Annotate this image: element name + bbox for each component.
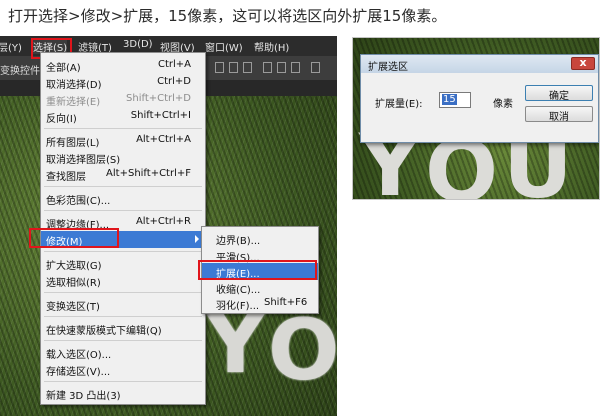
menu-separator xyxy=(44,316,202,317)
menu-item-deselect-layers[interactable]: 取消选择图层(S) xyxy=(41,149,205,166)
expand-amount-value: 15 xyxy=(442,94,457,105)
align-middle-icon[interactable] xyxy=(229,62,238,73)
menu-help[interactable]: 帮助(H) xyxy=(254,39,289,54)
menu-item-color-range[interactable]: 色彩范围(C)... xyxy=(41,190,205,207)
align-top-icon[interactable] xyxy=(215,62,224,73)
submenu-item-border[interactable]: 边界(B)... xyxy=(202,230,318,247)
dialog-title-bar: 扩展选区 x xyxy=(361,55,598,73)
ok-button[interactable]: 确定 xyxy=(525,85,593,102)
menu-item-new-3d-extrusion[interactable]: 新建 3D 凸出(3) xyxy=(41,385,205,402)
close-icon: x xyxy=(579,56,587,69)
menu-item-load-selection[interactable]: 载入选区(O)... xyxy=(41,344,205,361)
options-bar-text: 变换控件 xyxy=(0,66,40,77)
cancel-button[interactable]: 取消 xyxy=(525,106,593,123)
align-right-icon[interactable] xyxy=(291,62,300,73)
menu-item-transform-selection[interactable]: 变换选区(T) xyxy=(41,296,205,313)
expand-selection-dialog: 扩展选区 x 扩展量(E): 15 像素 确定 取消 xyxy=(360,54,599,143)
menu-item-grow[interactable]: 扩大选取(G) xyxy=(41,255,205,272)
submenu-item-contract[interactable]: 收缩(C)... xyxy=(202,279,318,296)
menu-item-quick-mask[interactable]: 在快速蒙版模式下编辑(Q) xyxy=(41,320,205,337)
menu-separator xyxy=(44,128,202,129)
annotation-modify-item xyxy=(29,228,119,248)
menu-3d[interactable]: 3D(D) xyxy=(123,39,153,50)
expand-amount-label: 扩展量(E): xyxy=(375,99,423,110)
annotation-expand-item xyxy=(198,260,317,280)
menu-separator xyxy=(44,292,202,293)
menu-window[interactable]: 窗口(W) xyxy=(205,39,243,54)
menu-item-all[interactable]: 全部(A) Ctrl+A xyxy=(41,57,205,74)
menu-separator xyxy=(44,340,202,341)
submenu-item-feather[interactable]: 羽化(F)... Shift+F6 xyxy=(202,295,318,312)
expand-amount-input[interactable]: 15 xyxy=(439,92,471,108)
menu-item-save-selection[interactable]: 存储选区(V)... xyxy=(41,361,205,378)
menu-separator xyxy=(44,210,202,211)
dialog-close-button[interactable]: x xyxy=(571,56,595,70)
menu-item-all-layers[interactable]: 所有图层(L) Alt+Ctrl+A xyxy=(41,132,205,149)
dialog-title: 扩展选区 xyxy=(368,62,408,73)
menu-item-inverse[interactable]: 反向(I) Shift+Ctrl+I xyxy=(41,108,205,125)
expand-dialog-screenshot: Y O U 扩展选区 x 扩展量(E): 15 像素 确定 取消 xyxy=(352,37,600,200)
menu-separator xyxy=(44,186,202,187)
unit-label: 像素 xyxy=(493,99,513,110)
menu-item-find-layers[interactable]: 查找图层 Alt+Shift+Ctrl+F xyxy=(41,166,205,183)
menu-layer[interactable]: 层(Y) xyxy=(0,39,22,54)
menu-item-reselect: 重新选择(E) Shift+Ctrl+D xyxy=(46,93,191,108)
align-left-icon[interactable] xyxy=(263,62,272,73)
align-bottom-icon[interactable] xyxy=(243,62,252,73)
menu-item-similar[interactable]: 选取相似(R) xyxy=(41,272,205,289)
instruction-caption: 打开选择>修改>扩展，15像素，这可以将选区向外扩展15像素。 xyxy=(8,7,447,25)
menu-separator xyxy=(44,251,202,252)
align-center-icon[interactable] xyxy=(277,62,286,73)
distribute-icon[interactable] xyxy=(311,62,320,73)
menu-item-deselect[interactable]: 取消选择(D) Ctrl+D xyxy=(41,74,205,91)
menu-separator xyxy=(44,381,202,382)
canvas-letter-o: O xyxy=(268,301,337,399)
submenu-arrow-icon xyxy=(195,235,199,243)
